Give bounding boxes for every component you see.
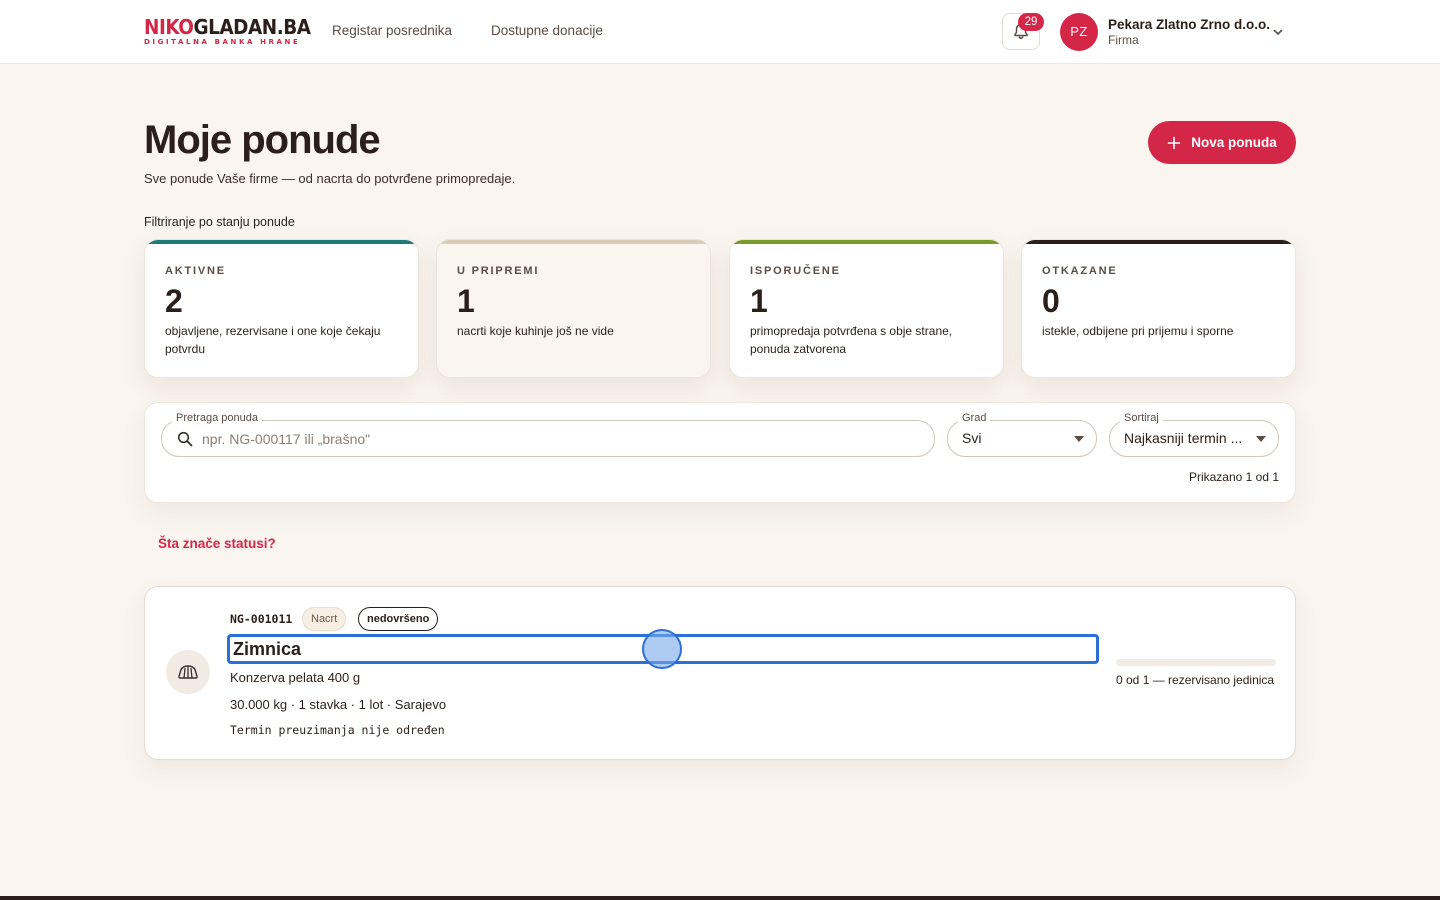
stat-key: AKTIVNE [165,265,226,277]
status-badge: Nacrt [302,607,347,631]
search-legend: Pretraga ponuda [172,412,262,424]
offer-code: NG-001011 [230,612,293,626]
results-count: Prikazano 1 od 1 [1188,470,1279,484]
stat-card-active[interactable]: AKTIVNE 2 objavljene, rezervisane i one … [144,239,419,378]
offer-card[interactable]: NG-001011 Nacrt nedovršeno Zimnica Konze… [144,586,1296,760]
new-offer-label: Nova ponuda [1191,135,1277,150]
page-title: Moje ponude [144,118,381,162]
logo-tagline: DIGITALNA BANKA HRANE [144,38,301,46]
sort-legend: Sortiraj [1120,412,1163,424]
stat-card-delivered[interactable]: ISPORUČENE 1 primopredaja potvrđena s ob… [729,239,1004,378]
offer-product: Konzerva pelata 400 g [230,670,361,685]
reservation-progress [1116,659,1276,666]
city-legend: Grad [958,412,991,424]
nav-link-donacije[interactable]: Dostupne donacije [491,23,603,38]
top-bar: NIKOGLADAN.BA DIGITALNA BANKA HRANE Regi… [0,0,1440,64]
stat-description: istekle, odbijene pri prijemu i sporne [1042,324,1234,338]
city-select[interactable]: Grad Svi [947,412,1097,457]
cursor-indicator [642,629,682,669]
completeness-badge: nedovršeno [358,607,439,631]
stat-count: 1 [457,283,475,319]
stat-accent-bar [145,240,418,244]
nav-link-registar[interactable]: Registar posrednika [332,23,452,38]
search-field[interactable]: Pretraga ponuda [161,412,935,457]
chevron-down-icon[interactable] [1272,26,1284,38]
offer-pickup-status: Termin preuzimanja nije određen [230,723,445,737]
user-role: Firma [1108,33,1139,47]
footer-strip [0,896,1440,900]
stat-count: 2 [165,283,183,319]
bread-icon [178,665,198,679]
offer-avatar [166,650,210,694]
stat-key: ISPORUČENE [750,265,841,277]
stat-count: 1 [750,283,768,319]
offer-title: Zimnica [233,639,302,659]
stat-description: objavljene, rezervisane i one koje čekaj… [165,324,381,356]
new-offer-button[interactable]: Nova ponuda [1148,121,1296,164]
stat-description: nacrti koje kuhinje još ne vide [457,324,614,338]
status-help-link[interactable]: Šta znače statusi? [158,536,276,551]
stat-key: OTKAZANE [1042,265,1118,277]
page-subtitle: Sve ponude Vaše firme — od nacrta do pot… [144,171,516,186]
caret-down-icon [1074,436,1084,442]
logo-part-2: GLADAN.BA [193,15,311,39]
stat-count: 0 [1042,283,1060,319]
stat-accent-bar [1022,240,1295,244]
offer-meta: 30.000 kg · 1 stavka · 1 lot · Sarajevo [230,697,447,712]
notification-count-badge: 29 [1018,13,1044,31]
stat-card-cancelled[interactable]: OTKAZANE 0 istekle, odbijene pri prijemu… [1021,239,1296,378]
filter-label: Filtriranje po stanju ponude [144,215,295,229]
logo-part-1: NIKO [144,15,194,39]
search-panel: Pretraga ponuda Grad Svi Sortiraj Najkas… [144,402,1296,503]
search-icon [177,431,193,447]
caret-down-icon [1256,436,1266,442]
plus-icon [1167,136,1181,149]
stat-description: primopredaja potvrđena s obje strane, po… [750,324,953,356]
search-input[interactable] [202,429,902,449]
stat-accent-bar [437,240,710,244]
user-name[interactable]: Pekara Zlatno Zrno d.o.o. [1108,17,1270,32]
logo[interactable]: NIKOGLADAN.BA DIGITALNA BANKA HRANE [144,15,311,47]
sort-value: Najkasniji termin ... [1124,430,1243,446]
stat-card-pending[interactable]: U PRIPREMI 1 nacrti koje kuhinje još ne … [436,239,711,378]
reservation-label: 0 od 1 — rezervisano jedinica [1116,673,1275,687]
stat-key: U PRIPREMI [457,265,540,277]
sort-select[interactable]: Sortiraj Najkasniji termin ... [1109,412,1279,457]
avatar[interactable]: PZ [1060,13,1098,51]
city-value: Svi [962,430,982,446]
stat-accent-bar [730,240,1003,244]
